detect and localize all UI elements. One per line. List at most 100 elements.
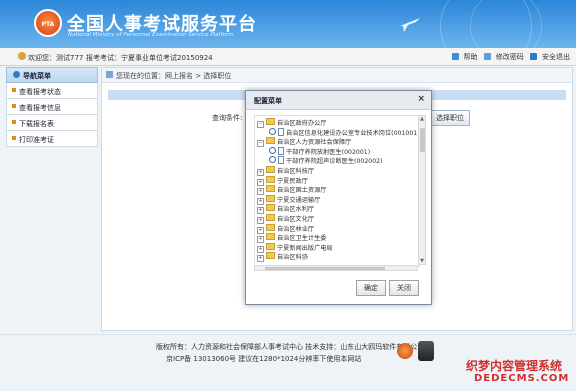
- help-label: 帮助: [463, 53, 478, 61]
- sidebar-item-label: 查看报考信息: [19, 104, 61, 112]
- vertical-scrollbar[interactable]: ▲ ▼: [418, 115, 426, 265]
- user-links: 帮助 修改密码 安全退出: [448, 52, 570, 62]
- folder-icon: [266, 242, 275, 250]
- tree-node[interactable]: + 自治区文化厅: [257, 214, 315, 224]
- sidebar-item-info[interactable]: 查看报考信息: [6, 99, 98, 115]
- logout-label: 安全退出: [542, 53, 570, 61]
- scroll-down-icon[interactable]: ▼: [419, 258, 425, 264]
- tree-node[interactable]: + 自治区科协: [257, 252, 308, 263]
- document-icon: [278, 127, 284, 136]
- tree-node[interactable]: + 自治区卫生计生委: [257, 233, 327, 244]
- change-password-link[interactable]: 修改密码: [483, 53, 524, 61]
- tree-node[interactable]: + 自治区国土资源厅: [257, 185, 327, 196]
- tree-node-label: 自治区科协: [277, 254, 308, 262]
- pta-logo: PTA: [34, 9, 62, 37]
- dialog-title: 配置菜单: [254, 97, 282, 105]
- tree-node-label: 自治区卫生计生委: [277, 235, 327, 243]
- horizontal-scrollbar[interactable]: [254, 265, 418, 271]
- change-password-label: 修改密码: [495, 53, 524, 61]
- close-icon[interactable]: ×: [417, 94, 425, 104]
- folder-icon: [266, 204, 275, 212]
- sidebar-item-label: 查看报考状态: [19, 88, 61, 96]
- select-position-button[interactable]: 选择职位: [430, 110, 470, 126]
- folder-icon: [266, 185, 275, 193]
- site-subtitle: National Ministry of Personnel Examinati…: [68, 32, 234, 38]
- folder-icon: [266, 166, 275, 173]
- tree-node[interactable]: − 自治区人力资源社会保障厅: [257, 137, 352, 148]
- user-icon: [18, 52, 26, 60]
- folder-icon: [266, 194, 275, 202]
- sidebar: 导航菜单 查看报考状态 查看报考信息 下载报名表 打印准考证: [6, 67, 98, 147]
- scroll-up-icon[interactable]: ▲: [419, 116, 425, 122]
- bullet-icon: [12, 120, 16, 124]
- tree-node[interactable]: + 宁夏交通运输厅: [257, 194, 321, 205]
- sidebar-title: 导航菜单: [23, 72, 51, 80]
- tree-node-label: 宁夏新闻出版广电局: [277, 244, 333, 252]
- home-icon: [106, 71, 113, 78]
- logout-link[interactable]: 安全退出: [530, 53, 570, 61]
- copyright-text: 版权所有：人力资源和社会保障部人事考试中心 技术支持：山东山大鸥玛软件有限公司: [156, 343, 425, 351]
- bullet-icon: [12, 88, 16, 92]
- folder-icon: [266, 233, 275, 241]
- tree-node[interactable]: + 宁夏民政厅: [257, 175, 308, 186]
- sidebar-item-print[interactable]: 打印准考证: [6, 131, 98, 147]
- tree-node-label: 自治区科技厅: [277, 168, 315, 175]
- folder-icon: [266, 175, 275, 183]
- radio-button[interactable]: [269, 156, 276, 164]
- logout-icon: [530, 53, 537, 60]
- folder-icon: [266, 223, 275, 231]
- tree-node-label: 自治区信息化建设办公室专业技术岗位(001001): [286, 129, 420, 137]
- dialog-header: 配置菜单 ×: [246, 91, 431, 110]
- breadcrumb-text: 您现在的位置：网上报名 > 选择职位: [116, 72, 232, 80]
- tree-node-label: 自治区林业厅: [277, 225, 315, 233]
- sidebar-item-status[interactable]: 查看报考状态: [6, 83, 98, 99]
- tree-node[interactable]: 干部疗养院放射医生(002001): [269, 146, 371, 156]
- radio-button[interactable]: [269, 146, 276, 154]
- bullet-icon: [12, 104, 16, 108]
- radio-button[interactable]: [269, 127, 276, 135]
- tree-node-label: 自治区政府办公厅: [277, 120, 327, 127]
- watermark-text: 织梦内容管理系统: [466, 359, 563, 373]
- police-badge-icon: [397, 343, 413, 359]
- tree-node[interactable]: + 自治区水利厅: [257, 204, 315, 215]
- query-label: 查询条件:: [212, 114, 243, 122]
- sidebar-item-label: 下载报名表: [19, 120, 54, 128]
- tree-node[interactable]: − 自治区政府办公厅: [257, 118, 327, 128]
- lock-icon: [483, 53, 491, 60]
- expand-icon[interactable]: +: [257, 255, 264, 263]
- document-icon: [278, 146, 284, 155]
- close-button[interactable]: 关闭: [389, 280, 419, 296]
- sidebar-item-download[interactable]: 下载报名表: [6, 115, 98, 131]
- tree-node[interactable]: 自治区信息化建设办公室专业技术岗位(001001): [269, 127, 420, 137]
- airplane-icon: [400, 18, 420, 32]
- tree-node-label: 干部疗养院放射医生(002001): [286, 148, 371, 156]
- site-header: PTA 全国人事考试服务平台 National Ministry of Pers…: [0, 0, 576, 48]
- collapse-icon[interactable]: −: [257, 140, 264, 148]
- watermark-url: DEDECMS.COM: [474, 373, 570, 384]
- tree-node[interactable]: + 宁夏新闻出版广电局: [257, 242, 333, 253]
- tree-node[interactable]: 干部疗养院超声诊断医生(002002): [269, 156, 383, 166]
- confirm-button[interactable]: 确定: [356, 280, 386, 296]
- collapse-icon[interactable]: −: [257, 121, 264, 128]
- hscroll-thumb[interactable]: [265, 267, 385, 270]
- help-icon: [451, 53, 459, 60]
- scroll-thumb[interactable]: [420, 128, 425, 152]
- tree-node-label: 自治区文化厅: [277, 216, 315, 223]
- tree-node-label: 干部疗养院超声诊断医生(002002): [286, 158, 383, 166]
- tree-node[interactable]: + 自治区林业厅: [257, 223, 315, 234]
- tree-node-label: 自治区人力资源社会保障厅: [277, 139, 352, 147]
- folder-icon: [266, 252, 275, 260]
- folder-icon: [266, 137, 275, 145]
- nav-icon: [13, 71, 20, 78]
- help-link[interactable]: 帮助: [451, 53, 478, 61]
- tree-node-label: 自治区水利厅: [277, 206, 315, 214]
- tree-node[interactable]: + 自治区科技厅: [257, 166, 315, 176]
- tree-node-label: 宁夏民政厅: [277, 177, 308, 185]
- tree-node-label: 宁夏交通运输厅: [277, 196, 321, 204]
- site-footer: 版权所有：人力资源和社会保障部人事考试中心 技术支持：山东山大鸥玛软件有限公司 …: [0, 334, 576, 391]
- welcome-text: 欢迎您：测试777: [28, 54, 84, 62]
- config-menu-dialog: 配置菜单 × − 自治区政府办公厅自治区信息化建设办公室专业技术岗位(001001…: [245, 90, 432, 305]
- sidebar-item-label: 打印准考证: [19, 136, 54, 144]
- breadcrumb: 您现在的位置：网上报名 > 选择职位: [102, 68, 572, 83]
- folder-icon: [266, 214, 275, 221]
